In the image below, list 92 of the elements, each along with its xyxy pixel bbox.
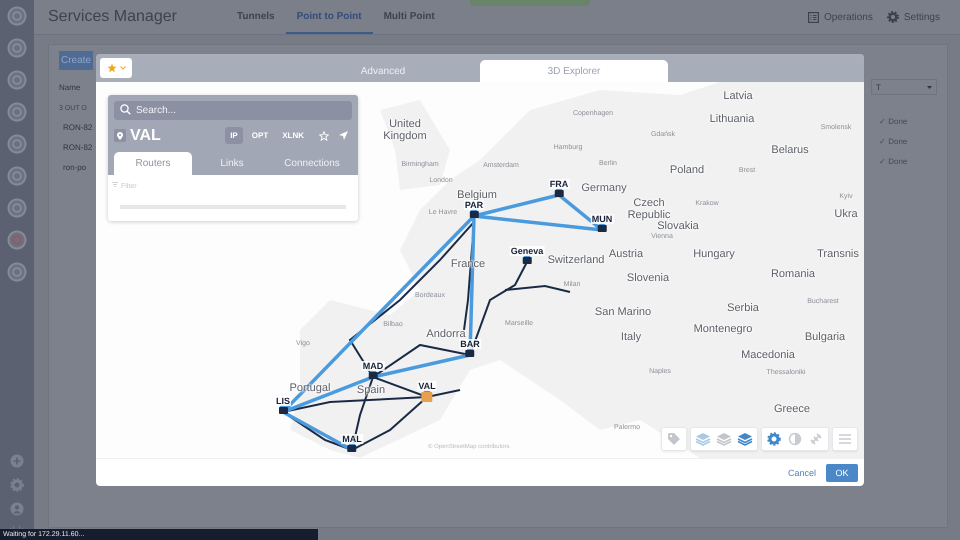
layers-button[interactable]: [736, 430, 754, 448]
country-label: Serbia: [727, 302, 759, 314]
layers-button[interactable]: [715, 430, 733, 448]
node-label: MAL: [341, 434, 363, 444]
app-icon[interactable]: [7, 102, 27, 122]
contrast-button[interactable]: [786, 430, 804, 448]
nav-tab[interactable]: Tunnels: [226, 0, 286, 34]
table-cell-text: RON-82: [62, 122, 93, 134]
layer-toggle[interactable]: IP: [225, 127, 243, 144]
nav-tab[interactable]: Multi Point: [372, 0, 446, 34]
search-field[interactable]: Search...: [114, 101, 352, 120]
node-label: BAR: [459, 339, 481, 349]
add-icon[interactable]: [10, 454, 24, 468]
list-icon: [808, 12, 819, 22]
node-label: PAR: [464, 200, 484, 210]
country-label: Austria: [608, 248, 644, 260]
panel-tab[interactable]: Connections: [272, 152, 352, 175]
country-label: Slovakia: [657, 220, 699, 232]
country-label: Andorra: [426, 328, 466, 340]
node-label: MAD: [362, 361, 384, 371]
country-label: San Marino: [594, 306, 652, 318]
operations-link[interactable]: Operations: [808, 11, 873, 23]
router-icon[interactable]: [278, 407, 288, 414]
country-label: Belgium: [457, 188, 497, 202]
star-icon: [106, 63, 116, 73]
node-label: MUN: [590, 214, 614, 224]
panel-tab[interactable]: Routers: [114, 152, 192, 175]
router-icon[interactable]: [470, 211, 478, 218]
country-label: Belarus: [771, 144, 809, 156]
site-name: VAL: [130, 126, 161, 144]
country-label: Transnis: [817, 248, 859, 260]
country-label: Switzerland: [548, 254, 604, 266]
settings-icon: [886, 11, 899, 23]
dialog-tab[interactable]: 3D Explorer: [480, 60, 668, 82]
status-text: ✓ Done: [878, 116, 908, 128]
dropdown-field[interactable]: T: [871, 79, 937, 95]
node-label: VAL: [417, 381, 437, 391]
app-icon[interactable]: [7, 134, 27, 154]
pin-icon: [114, 129, 126, 142]
caret-icon: [927, 86, 932, 88]
country-label: Italy: [620, 330, 642, 344]
country-label: Hungary: [693, 248, 735, 260]
layers-button[interactable]: [694, 430, 712, 448]
node-label: FRA: [548, 179, 570, 189]
cancel-link[interactable]: Cancel: [788, 468, 816, 478]
country-label: Poland: [670, 164, 704, 176]
country-label: Slovenia: [626, 272, 670, 284]
node-label: Geneva: [510, 246, 544, 256]
country-label: United Kingdom: [382, 118, 428, 142]
settings-icon[interactable]: [10, 478, 24, 492]
panel-tab[interactable]: Links: [192, 152, 272, 175]
column-header: Name: [59, 83, 82, 94]
app-icon[interactable]: [7, 6, 27, 26]
app-icon[interactable]: [7, 38, 27, 58]
filter-icon: [112, 182, 118, 187]
dialog-tab[interactable]: Advanced: [286, 60, 480, 82]
settings-link[interactable]: Settings: [886, 11, 940, 23]
favorite-star-icon[interactable]: [319, 130, 329, 140]
tag-button[interactable]: [665, 430, 683, 448]
country-label: Ukra: [834, 208, 858, 220]
app-icon[interactable]: [7, 230, 27, 250]
layer-toggle[interactable]: XLNK: [277, 127, 309, 144]
country-label: Germany: [581, 182, 627, 194]
table-cell-text: RON-82: [62, 142, 93, 154]
status-text: ✓ Done: [878, 156, 908, 168]
country-label: Czech Republic: [626, 196, 672, 221]
app-icon[interactable]: [7, 198, 27, 218]
country-label: Romania: [770, 268, 816, 280]
app-icon[interactable]: [7, 262, 27, 282]
ok-button[interactable]: OK: [826, 464, 858, 482]
app-icon[interactable]: [7, 70, 27, 90]
favorites-dropdown[interactable]: [100, 58, 132, 78]
table-cell-text: ron-po: [62, 162, 88, 174]
status-text: ✓ Done: [878, 136, 908, 148]
user-icon[interactable]: [10, 502, 24, 516]
country-label: Lithuania: [710, 112, 754, 126]
country-label: Montenegro: [694, 322, 752, 336]
country-label: Latvia: [723, 90, 753, 102]
search-icon: [120, 104, 131, 115]
app-icon[interactable]: [7, 166, 27, 186]
country-label: Bulgaria: [804, 330, 846, 344]
country-label: Macedonia: [741, 348, 795, 362]
gear-button[interactable]: [765, 430, 783, 448]
navigate-icon[interactable]: [339, 131, 348, 140]
notification-tab[interactable]: [470, 0, 590, 6]
app-title: Services Manager: [48, 8, 178, 26]
nav-tab[interactable]: Point to Point: [286, 0, 373, 34]
node-label: LIS: [275, 396, 291, 406]
country-label: Greece: [774, 402, 810, 416]
layer-toggle[interactable]: OPT: [246, 127, 274, 144]
create-button[interactable]: Create: [59, 51, 93, 70]
caret-icon: [120, 66, 126, 70]
